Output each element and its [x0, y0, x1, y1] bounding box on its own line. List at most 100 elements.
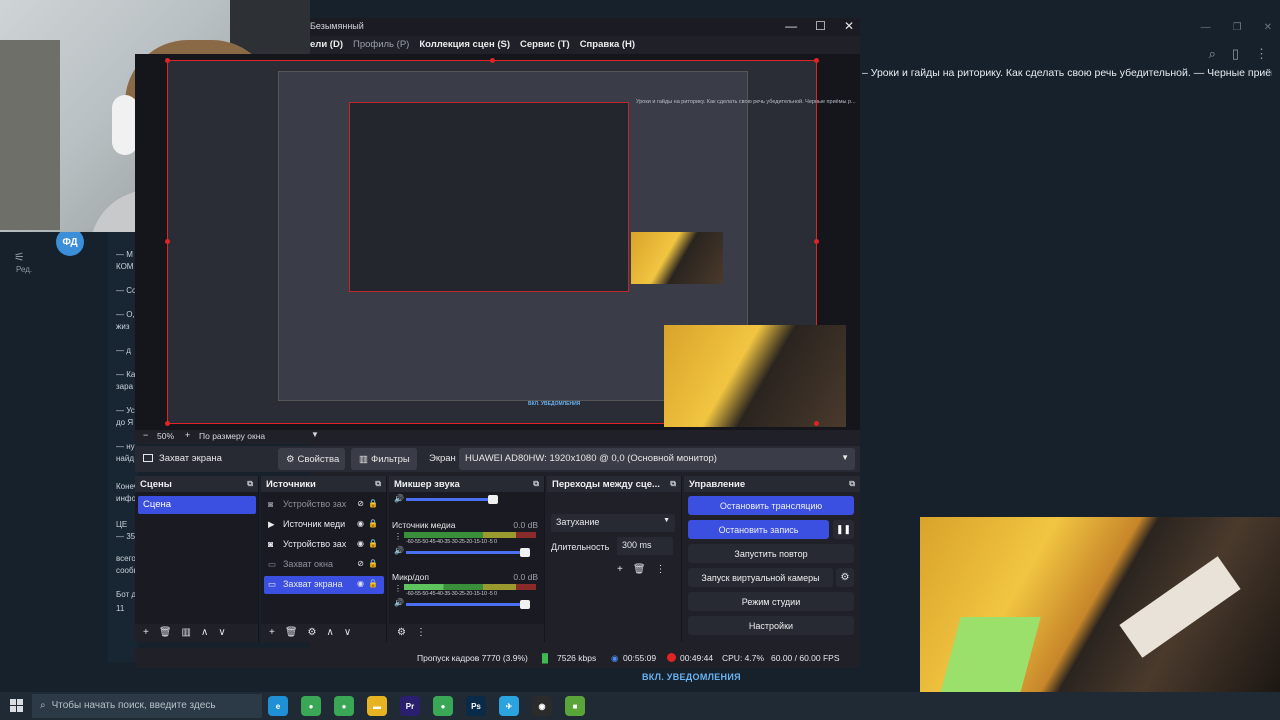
more-icon[interactable]: ⋮: [1255, 46, 1268, 62]
volume-slider[interactable]: [406, 548, 530, 557]
delete-icon[interactable]: 🗑: [285, 627, 298, 639]
add-icon[interactable]: +: [269, 627, 275, 639]
obs-app-icon[interactable]: ◉: [532, 696, 552, 716]
studio-mode-button[interactable]: Режим студии: [688, 592, 854, 611]
stop-recording-button[interactable]: Остановить запись: [688, 520, 829, 539]
volume-icon[interactable]: 🔊: [394, 546, 404, 555]
maximize-icon[interactable]: ❐: [1233, 22, 1242, 33]
resize-handle[interactable]: [165, 421, 170, 426]
eye-icon[interactable]: ◉: [357, 539, 364, 548]
chrome-app-2-icon[interactable]: ●: [334, 696, 354, 716]
close-icon[interactable]: ✕: [844, 19, 854, 33]
move-down-icon[interactable]: ∨: [218, 627, 225, 639]
notifications-toggle[interactable]: ВКЛ. УВЕДОМЛЕНИЯ: [642, 672, 741, 682]
duration-input[interactable]: 300 ms: [617, 537, 673, 555]
photoshop-app-icon[interactable]: Ps: [466, 696, 486, 716]
volume-slider-knob[interactable]: [520, 600, 530, 609]
resize-handle[interactable]: [814, 239, 819, 244]
volume-slider-knob[interactable]: [520, 548, 530, 557]
menu-scenes-partial[interactable]: ели (D): [310, 36, 343, 54]
chrome-app-3-icon[interactable]: ●: [433, 696, 453, 716]
move-up-icon[interactable]: ∧: [327, 627, 334, 639]
lock-icon[interactable]: 🔒: [368, 519, 378, 528]
resize-handle[interactable]: [165, 58, 170, 63]
lock-icon[interactable]: 🔒: [368, 579, 378, 588]
search-icon[interactable]: ⌕: [1209, 46, 1216, 62]
telegram-app-icon[interactable]: ✈: [499, 696, 519, 716]
lock-icon[interactable]: 🔒: [368, 559, 378, 568]
add-icon[interactable]: +: [617, 564, 623, 575]
more-icon[interactable]: ⋮: [394, 532, 402, 541]
edge-app-icon[interactable]: e: [268, 696, 288, 716]
chrome-app-1-icon[interactable]: ●: [301, 696, 321, 716]
gear-icon[interactable]: ⚙: [308, 627, 317, 639]
more-icon[interactable]: ⋮: [394, 584, 402, 593]
maximize-icon[interactable]: ☐: [815, 19, 826, 33]
source-item[interactable]: ◙ Устройство зах ◉ 🔒: [264, 536, 384, 554]
source-item[interactable]: ◙ Устройство зах ⊘ 🔒: [264, 496, 384, 514]
lock-icon[interactable]: 🔒: [368, 499, 378, 508]
source-item[interactable]: ▶ Источник меди ◉ 🔒: [264, 516, 384, 534]
undock-icon[interactable]: ⧉: [670, 479, 676, 489]
edit-folders-icon[interactable]: ⚟: [14, 250, 25, 264]
resize-handle[interactable]: [490, 58, 495, 63]
filters-button[interactable]: ▥ Фильтры: [351, 448, 417, 470]
volume-icon[interactable]: 🔊: [394, 598, 404, 607]
start-virtual-camera-button[interactable]: Запуск виртуальной камеры: [688, 568, 833, 587]
volume-icon[interactable]: 🔊: [394, 494, 404, 503]
windows-start-icon[interactable]: [10, 699, 24, 713]
obs-preview[interactable]: Уроки и гайды на риторику. Как сделать с…: [135, 54, 860, 430]
resize-handle[interactable]: [165, 239, 170, 244]
volume-slider[interactable]: [406, 600, 530, 609]
menu-scene-collection[interactable]: Коллекция сцен (S): [419, 36, 510, 54]
move-down-icon[interactable]: ∨: [344, 627, 351, 639]
menu-tools[interactable]: Сервис (T): [520, 36, 570, 54]
close-icon[interactable]: ✕: [1264, 22, 1272, 33]
lock-icon[interactable]: 🔒: [368, 539, 378, 548]
virtual-camera-settings-button[interactable]: ⚙: [836, 568, 854, 587]
volume-slider[interactable]: [406, 495, 498, 504]
zoom-level[interactable]: 50%: [157, 431, 174, 441]
delete-icon[interactable]: 🗑: [633, 564, 646, 575]
menu-help[interactable]: Справка (H): [580, 36, 635, 54]
pause-recording-button[interactable]: ❚❚: [833, 520, 854, 539]
minimize-icon[interactable]: —: [785, 19, 797, 33]
filters-icon[interactable]: ▥: [182, 627, 191, 639]
sidebar-toggle-icon[interactable]: ▯: [1232, 46, 1239, 62]
minecraft-app-icon[interactable]: ■: [565, 696, 585, 716]
minimize-icon[interactable]: —: [1201, 22, 1211, 33]
undock-icon[interactable]: ⧉: [849, 479, 855, 489]
more-icon[interactable]: ⋮: [416, 627, 426, 639]
preview-source-frame[interactable]: Уроки и гайды на риторику. Как сделать с…: [165, 58, 856, 427]
zoom-in-icon[interactable]: +: [185, 430, 190, 440]
menu-profile[interactable]: Профиль (P): [353, 36, 409, 54]
zoom-fit-mode[interactable]: По размеру окна: [199, 431, 265, 441]
properties-button[interactable]: ⚙ Свойства: [278, 448, 345, 470]
start-replay-button[interactable]: Запустить повтор: [688, 544, 854, 563]
chevron-down-icon[interactable]: ▼: [311, 430, 319, 439]
stop-streaming-button[interactable]: Остановить трансляцию: [688, 496, 854, 515]
undock-icon[interactable]: ⧉: [533, 479, 539, 489]
move-up-icon[interactable]: ∧: [201, 627, 208, 639]
eye-icon[interactable]: ◉: [357, 519, 364, 528]
undock-icon[interactable]: ⧉: [375, 479, 381, 489]
delete-icon[interactable]: 🗑: [159, 627, 172, 639]
more-icon[interactable]: ⋮: [656, 564, 666, 575]
advanced-audio-icon[interactable]: ⚙: [397, 627, 406, 639]
premiere-app-icon[interactable]: Pr: [400, 696, 420, 716]
undock-icon[interactable]: ⧉: [247, 479, 253, 489]
source-item-selected[interactable]: ▭ Захват экрана ◉ 🔒: [264, 576, 384, 594]
eye-hidden-icon[interactable]: ⊘: [357, 499, 364, 508]
resize-handle[interactable]: [814, 58, 819, 63]
volume-slider-knob[interactable]: [488, 495, 498, 504]
eye-icon[interactable]: ◉: [357, 579, 364, 588]
screen-select[interactable]: HUAWEI AD80HW: 1920x1080 @ 0,0 (Основной…: [459, 448, 855, 470]
settings-button[interactable]: Настройки: [688, 616, 854, 635]
resize-handle[interactable]: [814, 421, 819, 426]
add-icon[interactable]: +: [143, 627, 149, 639]
source-item[interactable]: ▭ Захват окна ⊘ 🔒: [264, 556, 384, 574]
transition-select[interactable]: Затухание ▼: [551, 514, 675, 532]
explorer-app-icon[interactable]: ▬: [367, 696, 387, 716]
scene-item[interactable]: Сцена: [138, 496, 256, 514]
zoom-out-icon[interactable]: −: [143, 430, 148, 440]
